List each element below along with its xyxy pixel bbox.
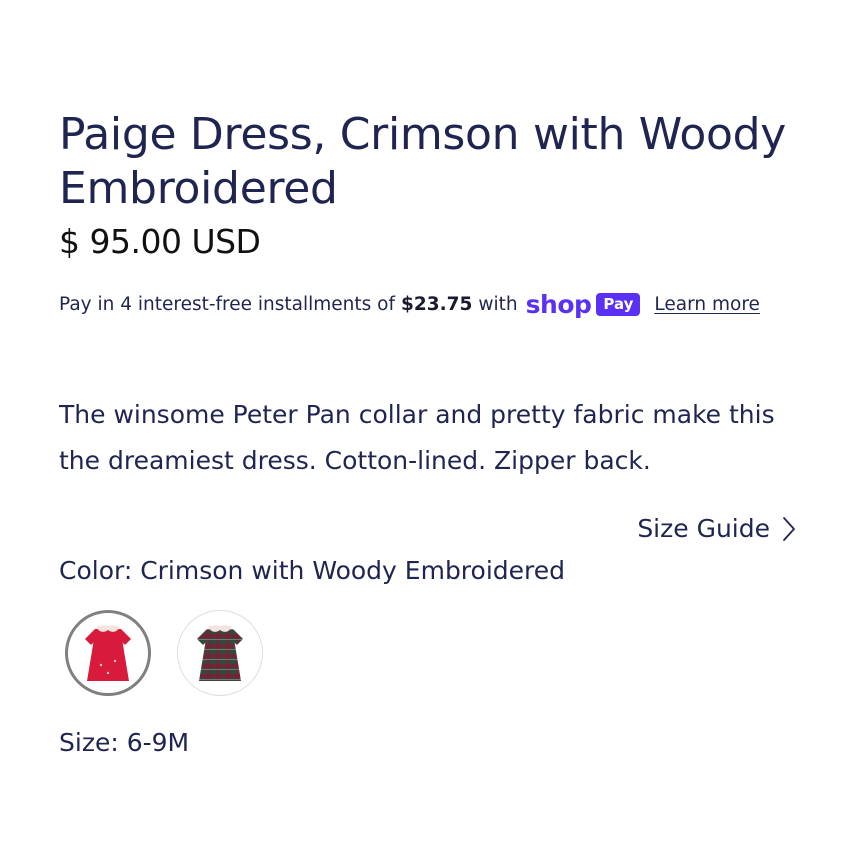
learn-more-link[interactable]: Learn more	[654, 294, 760, 315]
dress-crimson-image	[85, 625, 131, 681]
shop-logo-word: shop	[525, 289, 592, 319]
shop-pay-logo: shop Pay	[526, 292, 641, 317]
dress-plaid-image	[197, 625, 243, 681]
chevron-right-icon	[782, 516, 796, 542]
product-price: $ 95.00 USD	[59, 222, 261, 261]
swatch-crimson-dress[interactable]	[65, 610, 151, 696]
size-label: Size: 6-9M	[59, 728, 190, 757]
installments-text: Pay in 4 interest-free installments of	[59, 293, 395, 315]
product-description: The winsome Peter Pan collar and pretty …	[59, 400, 775, 475]
color-label: Color: Crimson with Woody Embroidered	[59, 556, 566, 585]
installment-amount: $23.75	[401, 293, 473, 315]
shop-pay-installments: Pay in 4 interest-free installments of $2…	[59, 289, 760, 319]
product-title: Paige Dress, Crimson with Woody Embroide…	[59, 109, 787, 214]
size-guide-label: Size Guide	[637, 514, 770, 543]
installments-with: with	[478, 293, 518, 315]
pay-badge: Pay	[596, 292, 641, 316]
size-guide-link[interactable]: Size Guide	[637, 514, 796, 543]
swatch-plaid-dress[interactable]	[177, 610, 263, 696]
